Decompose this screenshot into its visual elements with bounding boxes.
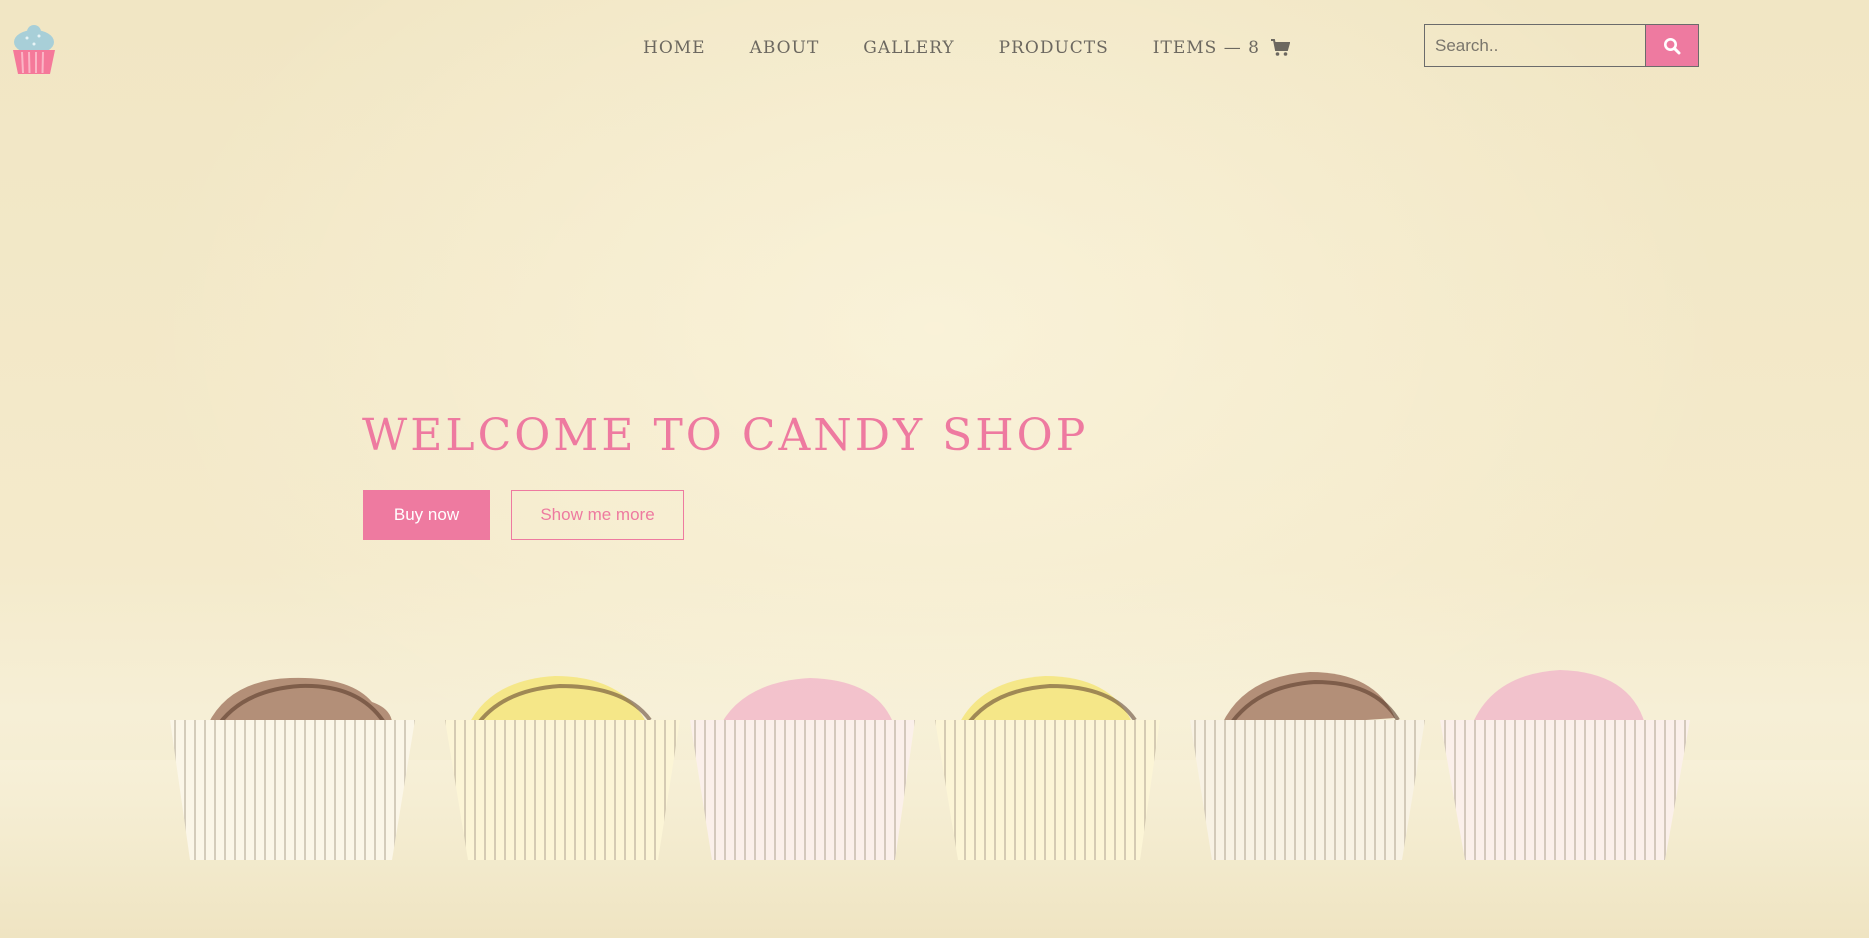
show-more-button[interactable]: Show me more <box>511 490 684 540</box>
hero-candies-image <box>170 670 1690 860</box>
main-nav: HOME ABOUT GALLERY PRODUCTS ITEMS — 8 <box>643 36 1290 60</box>
cupcake-logo-icon[interactable] <box>8 12 60 76</box>
nav-item-home[interactable]: HOME <box>643 38 706 58</box>
hero-title: WELCOME TO CANDY SHOP <box>362 410 1089 461</box>
search-input[interactable] <box>1425 25 1645 66</box>
candy-strawberry-1 <box>690 678 915 860</box>
nav-items: HOME ABOUT GALLERY PRODUCTS <box>643 38 1153 58</box>
candy-chocolate-1 <box>170 677 415 860</box>
candy-chocolate-2 <box>1190 672 1425 860</box>
buy-now-button[interactable]: Buy now <box>363 490 490 540</box>
nav-item-products[interactable]: PRODUCTS <box>999 38 1109 58</box>
nav-item-gallery[interactable]: GALLERY <box>863 38 954 58</box>
search-icon <box>1664 37 1681 54</box>
search-bar <box>1424 24 1699 67</box>
candy-strawberry-2 <box>1440 670 1690 860</box>
nav-item-items[interactable]: ITEMS — 8 <box>1153 38 1260 58</box>
nav-item-about[interactable]: ABOUT <box>750 38 820 58</box>
candy-lemon-2 <box>935 676 1160 860</box>
search-button[interactable] <box>1645 25 1698 66</box>
shopping-cart-icon[interactable] <box>1270 39 1290 57</box>
candy-lemon-1 <box>445 676 680 860</box>
